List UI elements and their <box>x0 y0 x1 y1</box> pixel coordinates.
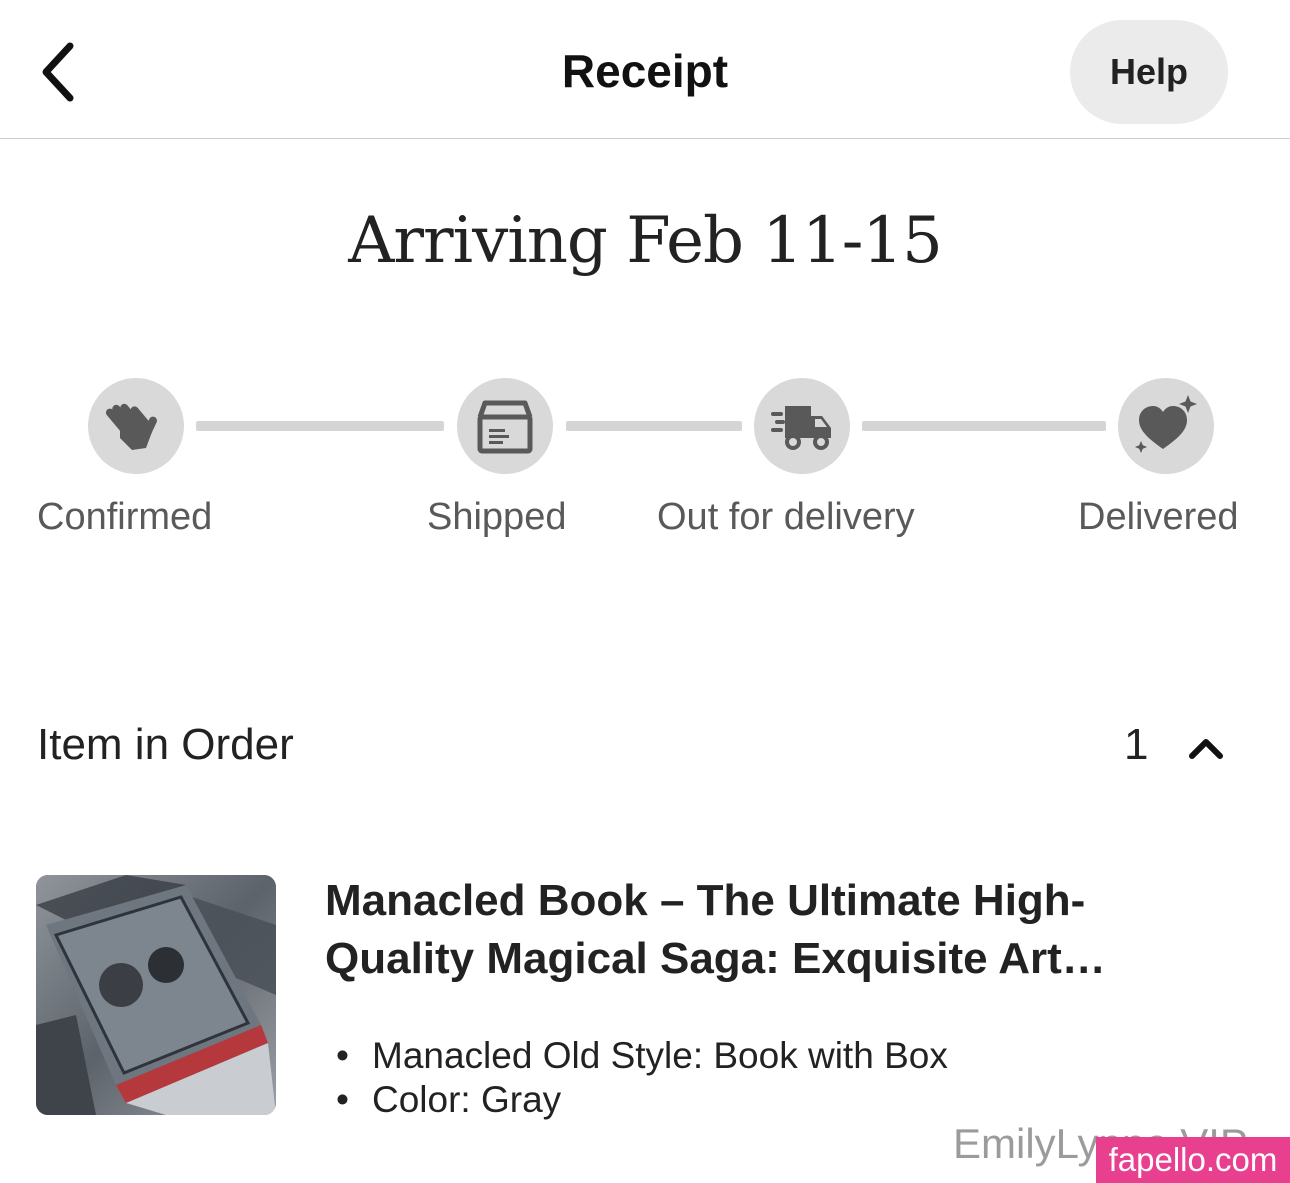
delivery-truck-icon <box>771 406 831 450</box>
tracker-line-2 <box>566 421 742 431</box>
tracker-line-3 <box>862 421 1106 431</box>
tracker-line-1 <box>196 421 444 431</box>
product-title-line-1: Manacled Book – The Ultimate High- <box>325 876 1086 925</box>
items-section-title: Item in Order <box>37 720 294 769</box>
step-label-delivered: Delivered <box>1078 496 1239 538</box>
variation-item: Manacled Old Style: Book with Box <box>336 1034 948 1078</box>
items-count: 1 <box>1124 720 1149 769</box>
collapse-items-button[interactable] <box>1182 724 1230 772</box>
arrival-estimate: Arriving Feb 11-15 <box>348 204 943 278</box>
help-button[interactable]: Help <box>1070 20 1228 124</box>
sparkle-heart-icon <box>1135 395 1197 453</box>
step-delivered <box>1118 378 1214 474</box>
step-out-for-delivery <box>754 378 850 474</box>
step-label-shipped: Shipped <box>427 496 567 538</box>
variation-item: Color: Gray <box>336 1078 948 1122</box>
top-bar: Receipt Help <box>0 0 1290 139</box>
waving-hand-icon <box>106 403 157 450</box>
package-box-icon <box>477 400 533 454</box>
step-label-confirmed: Confirmed <box>37 496 213 538</box>
product-title[interactable]: Manacled Book – The Ultimate High- Quali… <box>325 872 1225 988</box>
product-photo <box>36 875 276 1115</box>
product-title-line-2: Quality Magical Saga: Exquisite Art… <box>325 934 1106 983</box>
chevron-up-icon <box>1189 739 1223 759</box>
watermark-badge: fapello.com <box>1096 1137 1290 1183</box>
step-confirmed <box>88 378 184 474</box>
step-shipped <box>457 378 553 474</box>
step-label-out-for-delivery: Out for delivery <box>657 496 915 538</box>
product-variations: Manacled Old Style: Book with Box Color:… <box>336 1034 948 1122</box>
product-thumbnail[interactable] <box>36 875 276 1115</box>
